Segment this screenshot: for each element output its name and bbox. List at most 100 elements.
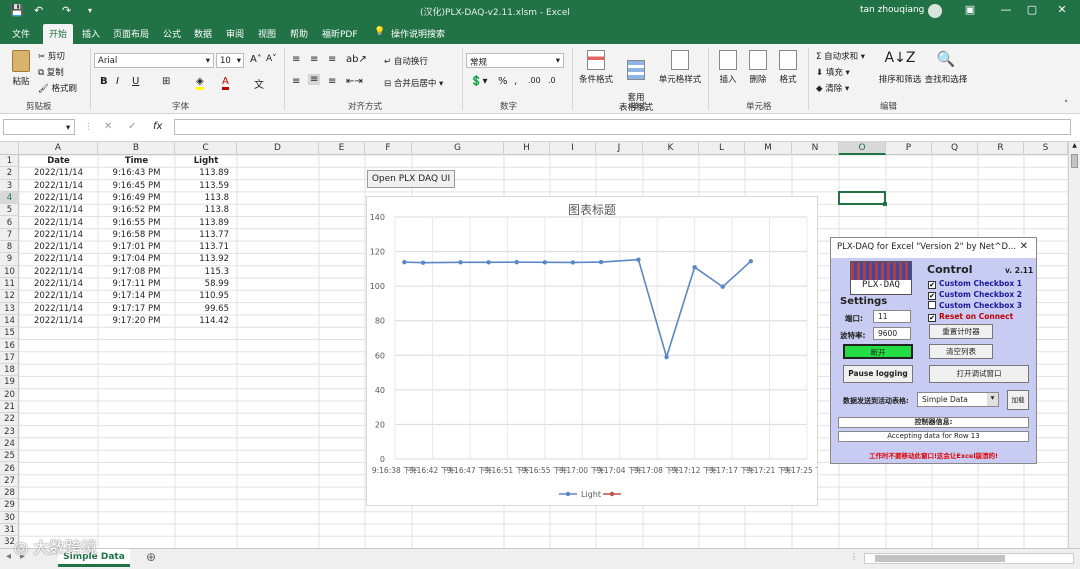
open-plx-daq-button[interactable]: Open PLX DAQ UI (367, 170, 455, 188)
align-center-icon[interactable]: ≡ (308, 74, 321, 85)
decrease-font-icon[interactable]: A˅ (266, 54, 277, 64)
data-cell[interactable]: 58.99 (175, 278, 237, 290)
sort-filter-button[interactable]: A↓Z 排序和筛选 (878, 50, 922, 85)
fill-color-icon[interactable]: ◈ (196, 76, 204, 90)
find-select-button[interactable]: 🔍 查找和选择 (922, 50, 970, 85)
h-scroll-thumb[interactable] (875, 555, 1005, 562)
formula-input[interactable] (174, 119, 1071, 135)
format-cells-button[interactable]: 格式 (774, 50, 802, 85)
delete-cells-button[interactable]: 删除 (744, 50, 772, 85)
column-header[interactable]: M (745, 142, 792, 155)
data-cell[interactable]: 9:17:04 PM (98, 253, 175, 265)
underline-button[interactable]: U (132, 76, 139, 87)
data-cell[interactable]: 99.65 (175, 303, 237, 315)
data-cell[interactable]: 113.8 (175, 204, 237, 216)
close-icon[interactable]: ✕ (1052, 3, 1072, 16)
redo-icon[interactable]: ↷ (62, 4, 71, 17)
orientation-icon[interactable]: ab↗ (346, 54, 367, 65)
data-cell[interactable]: 9:16:45 PM (98, 180, 175, 192)
load-button[interactable]: 加载 (1007, 390, 1029, 410)
data-cell[interactable]: 9:17:17 PM (98, 303, 175, 315)
data-cell[interactable]: 9:16:43 PM (98, 167, 175, 179)
align-middle-icon[interactable]: ≡ (310, 54, 318, 65)
column-header[interactable]: L (699, 142, 745, 155)
chevron-down-icon[interactable]: ▾ (66, 123, 70, 133)
undo-icon[interactable]: ↶ (34, 4, 43, 17)
font-color-icon[interactable]: A (222, 76, 229, 90)
borders-icon[interactable]: ⊞ (162, 76, 170, 87)
sheet-select[interactable]: Simple Data ▾ (917, 392, 999, 407)
data-cell[interactable]: 2022/11/14 (19, 266, 98, 278)
ribbon-display-icon[interactable]: ▣ (960, 3, 980, 16)
conditional-format-button[interactable]: 条件格式 (576, 50, 616, 85)
copy-button[interactable]: ⧉ 复制 (38, 66, 64, 78)
wrap-text-button[interactable]: ↵ 自动换行 (384, 55, 428, 67)
tab-split-icon[interactable]: ⋮ (850, 552, 858, 561)
data-cell[interactable]: 113.8 (175, 192, 237, 204)
tab-view[interactable]: 视图 (258, 27, 276, 40)
horizontal-scrollbar[interactable] (864, 553, 1074, 564)
close-icon[interactable]: ✕ (1020, 241, 1028, 252)
data-cell[interactable]: 2022/11/14 (19, 229, 98, 241)
data-cell[interactable]: 9:17:11 PM (98, 278, 175, 290)
tab-home[interactable]: 开始 (43, 24, 74, 44)
clear-columns-button[interactable]: 清空列表 (929, 344, 993, 359)
name-box[interactable] (3, 119, 75, 135)
tell-me-search[interactable]: 操作说明搜索 (391, 27, 445, 40)
paste-button[interactable]: 粘贴 (8, 50, 34, 87)
column-header[interactable]: A (19, 142, 98, 155)
data-cell[interactable]: 9:17:20 PM (98, 315, 175, 327)
data-cell[interactable]: 2022/11/14 (19, 315, 98, 327)
column-header[interactable]: R (978, 142, 1024, 155)
tab-help[interactable]: 帮助 (290, 27, 308, 40)
sheet-nav-left-icon[interactable]: ◂ (6, 551, 11, 562)
increase-decimal-icon[interactable]: .00 (528, 76, 541, 85)
data-cell[interactable]: 110.95 (175, 290, 237, 302)
column-header[interactable]: H (504, 142, 550, 155)
bold-button[interactable]: B (100, 76, 108, 87)
data-cell[interactable]: 2022/11/14 (19, 180, 98, 192)
column-header-selected[interactable]: O (839, 142, 886, 155)
tab-review[interactable]: 审阅 (226, 27, 244, 40)
data-cell[interactable]: 9:17:08 PM (98, 266, 175, 278)
data-cell[interactable]: 9:16:58 PM (98, 229, 175, 241)
maximize-icon[interactable]: ▢ (1022, 3, 1042, 16)
column-header[interactable]: J (596, 142, 643, 155)
align-left-icon[interactable]: ≡ (292, 76, 300, 87)
data-cell[interactable]: 113.71 (175, 241, 237, 253)
tab-data[interactable]: 数据 (194, 27, 212, 40)
baud-input[interactable]: 9600 (873, 327, 911, 340)
insert-function-icon[interactable]: fx (153, 121, 162, 132)
percent-icon[interactable]: % (498, 76, 508, 87)
custom-checkbox-2[interactable]: ✔ Custom Checkbox 2 (928, 290, 1022, 300)
data-cell[interactable]: 9:16:55 PM (98, 217, 175, 229)
add-sheet-icon[interactable]: ⊕ (146, 550, 156, 564)
autosum-button[interactable]: Σ 自动求和 ▾ (816, 50, 865, 62)
data-cell[interactable]: 9:16:52 PM (98, 204, 175, 216)
phonetic-icon[interactable]: 文 (254, 76, 264, 91)
format-painter-button[interactable]: 🖌 格式刷 (38, 82, 77, 94)
align-right-icon[interactable]: ≡ (328, 76, 336, 87)
disconnect-button[interactable]: 断开 (843, 344, 913, 359)
tab-file[interactable]: 文件 (12, 27, 30, 40)
italic-button[interactable]: I (116, 76, 119, 87)
data-cell[interactable]: 114.42 (175, 315, 237, 327)
clear-button[interactable]: ◆ 清除 ▾ (816, 82, 849, 94)
number-format-select[interactable]: 常规 ▾ (466, 53, 564, 68)
avatar[interactable] (928, 4, 942, 18)
currency-icon[interactable]: 💲▾ (470, 76, 487, 87)
open-debug-window-button[interactable]: 打开调试窗口 (929, 365, 1029, 383)
active-cell[interactable] (838, 191, 886, 205)
plx-daq-dialog[interactable]: PLX-DAQ for Excel "Version 2" by Net^D..… (830, 237, 1037, 464)
column-header[interactable]: C (175, 142, 237, 155)
column-header[interactable]: D (237, 142, 319, 155)
decrease-decimal-icon[interactable]: .0 (548, 76, 556, 85)
data-cell[interactable]: 2022/11/14 (19, 204, 98, 216)
tab-formulas[interactable]: 公式 (163, 27, 181, 40)
data-cell[interactable]: 115.3 (175, 266, 237, 278)
align-top-icon[interactable]: ≡ (292, 54, 300, 65)
minimize-icon[interactable]: — (996, 3, 1016, 16)
increase-font-icon[interactable]: A˄ (250, 54, 262, 65)
header-cell[interactable]: Time (98, 155, 175, 167)
data-cell[interactable]: 2022/11/14 (19, 303, 98, 315)
